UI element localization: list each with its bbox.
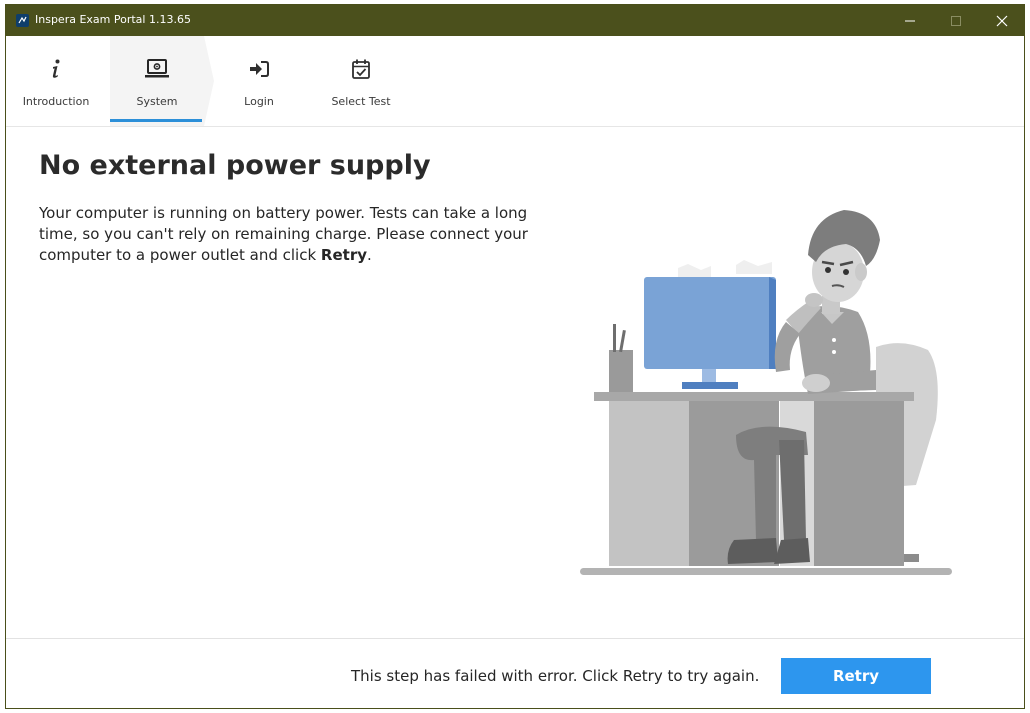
status-message: This step has failed with error. Click R… xyxy=(351,667,760,685)
step-tabs: Introduction System Login Select Test xyxy=(6,36,1024,127)
minimize-button[interactable] xyxy=(887,5,933,36)
title-bar[interactable]: Inspera Exam Portal 1.13.65 xyxy=(6,5,1024,36)
tab-select-test[interactable]: Select Test xyxy=(314,36,408,126)
footer-bar: This step has failed with error. Click R… xyxy=(6,638,1024,711)
calendar-check-icon xyxy=(352,59,370,79)
message-end: . xyxy=(367,246,372,264)
tab-system[interactable]: System xyxy=(110,36,214,126)
app-window: Inspera Exam Portal 1.13.65 Introduction… xyxy=(5,4,1025,709)
info-icon xyxy=(52,59,60,78)
app-logo-icon xyxy=(16,14,29,27)
close-button[interactable] xyxy=(979,5,1025,36)
minimize-icon xyxy=(905,20,915,22)
close-icon xyxy=(996,15,1008,27)
person-at-desk-illustration xyxy=(580,210,952,575)
page-title: No external power supply xyxy=(39,150,431,181)
message-emphasis: Retry xyxy=(320,246,367,264)
tab-label: System xyxy=(136,95,178,108)
tab-label: Introduction xyxy=(22,95,90,108)
maximize-icon xyxy=(951,16,961,26)
maximize-button[interactable] xyxy=(933,5,979,36)
error-message: Your computer is running on battery powe… xyxy=(39,203,539,266)
message-text: Your computer is running on battery powe… xyxy=(39,204,528,264)
tab-introduction[interactable]: Introduction xyxy=(9,36,103,126)
retry-button[interactable]: Retry xyxy=(781,658,931,694)
login-arrow-icon xyxy=(250,61,269,77)
window-title: Inspera Exam Portal 1.13.65 xyxy=(35,13,191,26)
tab-login[interactable]: Login xyxy=(212,36,306,126)
laptop-gear-icon xyxy=(145,59,169,78)
tab-label: Select Test xyxy=(331,95,391,108)
main-content: No external power supply Your computer i… xyxy=(6,127,1024,638)
tab-label: Login xyxy=(244,95,274,108)
active-tab-indicator xyxy=(110,119,202,122)
